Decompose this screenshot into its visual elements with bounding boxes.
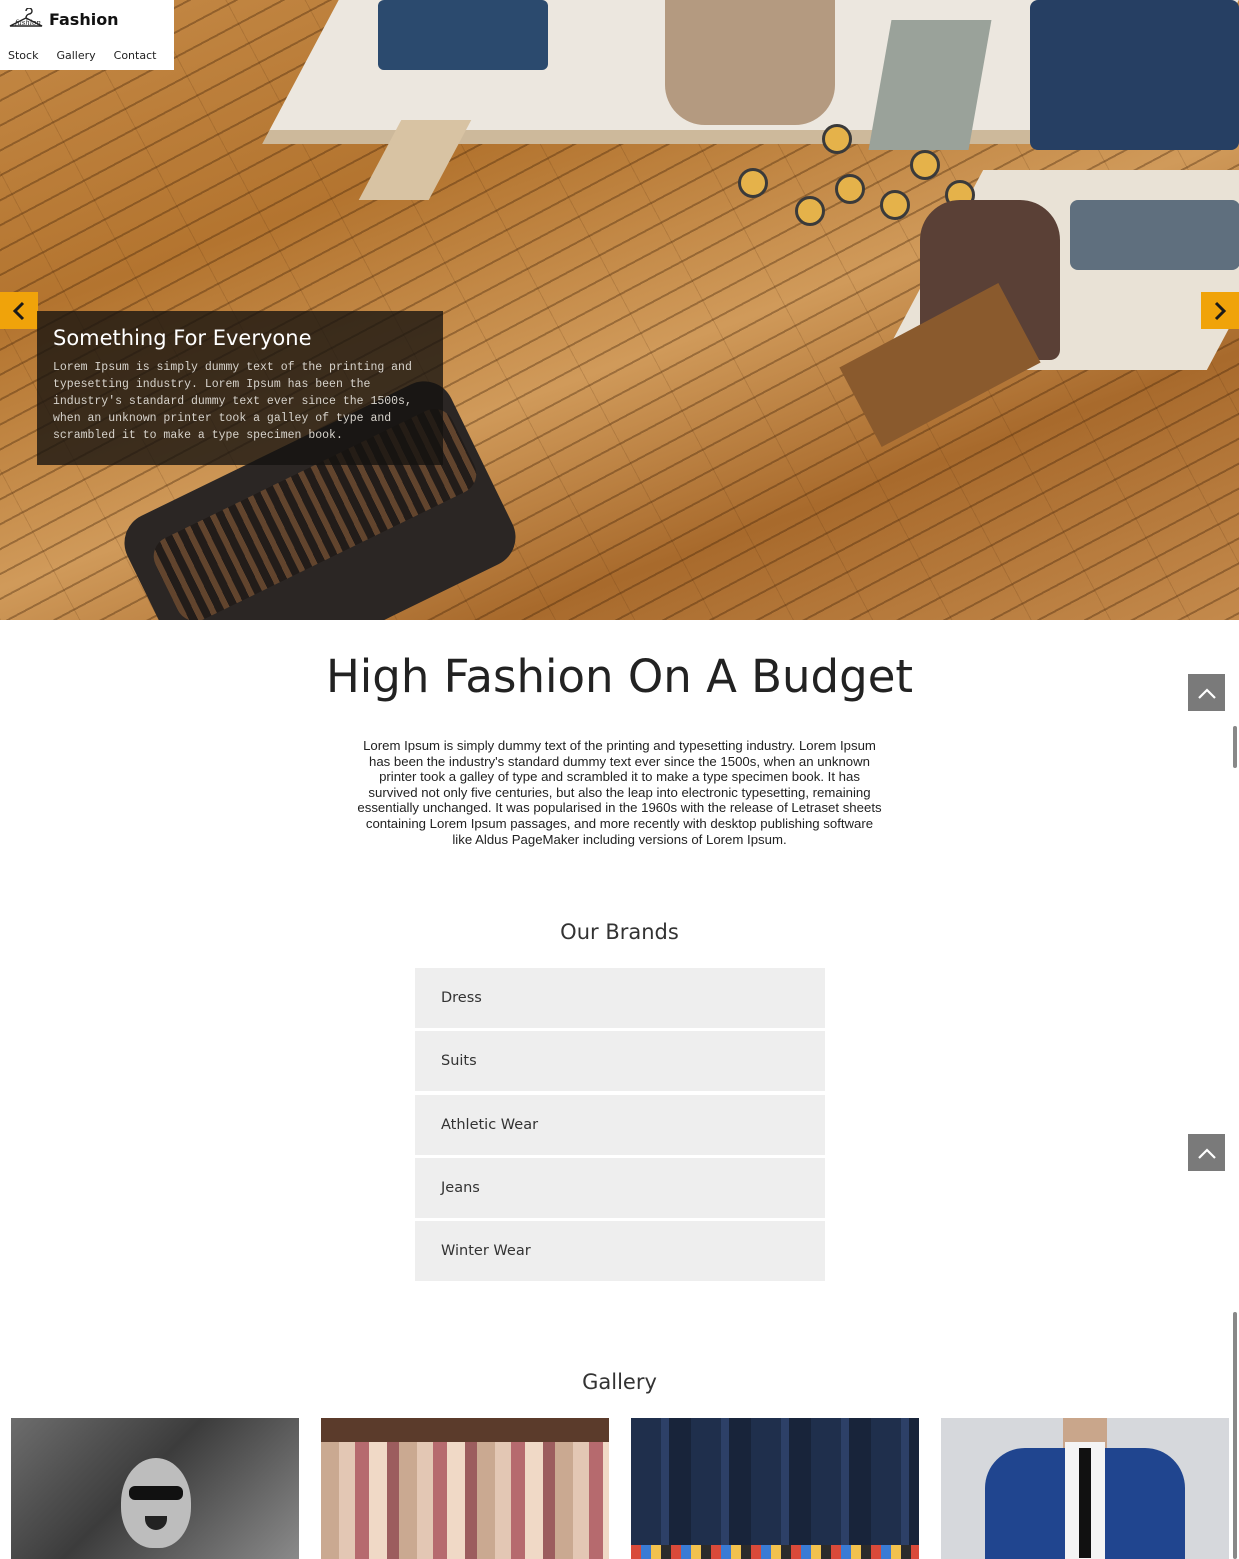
- chevron-right-icon: [1214, 301, 1227, 320]
- nav-item-stock[interactable]: Stock: [8, 49, 38, 62]
- svg-text:fashion: fashion: [14, 19, 41, 27]
- slider-next-button[interactable]: [1201, 292, 1239, 329]
- site-logo[interactable]: fashion Fashion: [7, 8, 119, 30]
- slide-caption-text: Lorem Ipsum is simply dummy text of the …: [53, 361, 412, 442]
- gallery-title: Gallery: [582, 1370, 657, 1394]
- logo-text: Fashion: [49, 9, 119, 29]
- gallery-face: [121, 1458, 191, 1548]
- site-header: fashion Fashion Stock Gallery Contact: [0, 0, 174, 70]
- scrollbar-thumb[interactable]: [1233, 1312, 1237, 1559]
- gallery-image-scarves[interactable]: [321, 1418, 609, 1559]
- hero-jar: [910, 150, 940, 180]
- brand-item-dress[interactable]: Dress: [415, 968, 825, 1028]
- slide-caption: Something For Everyone Lorem Ipsum is si…: [37, 311, 443, 465]
- hero-display-stand: [868, 20, 992, 150]
- brands-list: Dress Suits Athletic Wear Jeans Winter W…: [415, 968, 825, 1284]
- gallery-tie: [1079, 1448, 1091, 1558]
- brand-item-suits[interactable]: Suits: [415, 1031, 825, 1092]
- brands-title: Our Brands: [560, 920, 679, 944]
- gallery-rack-bar: [321, 1418, 609, 1442]
- gallery-image-suits-group[interactable]: [631, 1418, 919, 1559]
- slider-prev-button[interactable]: [0, 292, 38, 329]
- main-nav: Stock Gallery Contact: [8, 49, 156, 62]
- scrollbar-thumb[interactable]: [1233, 726, 1237, 768]
- gallery-socks: [631, 1545, 919, 1559]
- hero-jar: [822, 124, 852, 154]
- hero-denim-stack: [378, 0, 548, 70]
- back-to-top-button[interactable]: [1188, 1134, 1225, 1171]
- slide-caption-title: Something For Everyone: [53, 326, 312, 350]
- nav-item-contact[interactable]: Contact: [114, 49, 157, 62]
- intro-text: Lorem Ipsum is simply dummy text of the …: [357, 738, 882, 847]
- hero-slider: Something For Everyone Lorem Ipsum is si…: [0, 0, 1239, 620]
- hero-shirt: [665, 0, 835, 125]
- page-headline: High Fashion On A Budget: [325, 650, 914, 703]
- hero-table-leg: [358, 120, 472, 200]
- hanger-icon: fashion: [9, 8, 43, 27]
- chevron-up-icon: [1197, 687, 1216, 699]
- hero-jar: [835, 174, 865, 204]
- hero-jar: [738, 168, 768, 198]
- hero-denim-stack: [1030, 0, 1239, 150]
- gallery-sunglasses: [129, 1486, 183, 1500]
- hero-folded-clothes: [1070, 200, 1239, 270]
- brand-item-athletic-wear[interactable]: Athletic Wear: [415, 1094, 825, 1155]
- chevron-up-icon: [1197, 1147, 1216, 1159]
- hero-jar: [880, 190, 910, 220]
- brand-item-jeans[interactable]: Jeans: [415, 1157, 825, 1218]
- gallery-image-blue-suit[interactable]: [941, 1418, 1229, 1559]
- nav-item-gallery[interactable]: Gallery: [56, 49, 95, 62]
- brand-item-winter-wear[interactable]: Winter Wear: [415, 1221, 825, 1282]
- hero-jar: [795, 196, 825, 226]
- gallery-image-woman[interactable]: [11, 1418, 299, 1559]
- back-to-top-button[interactable]: [1188, 674, 1225, 711]
- chevron-left-icon: [12, 301, 25, 320]
